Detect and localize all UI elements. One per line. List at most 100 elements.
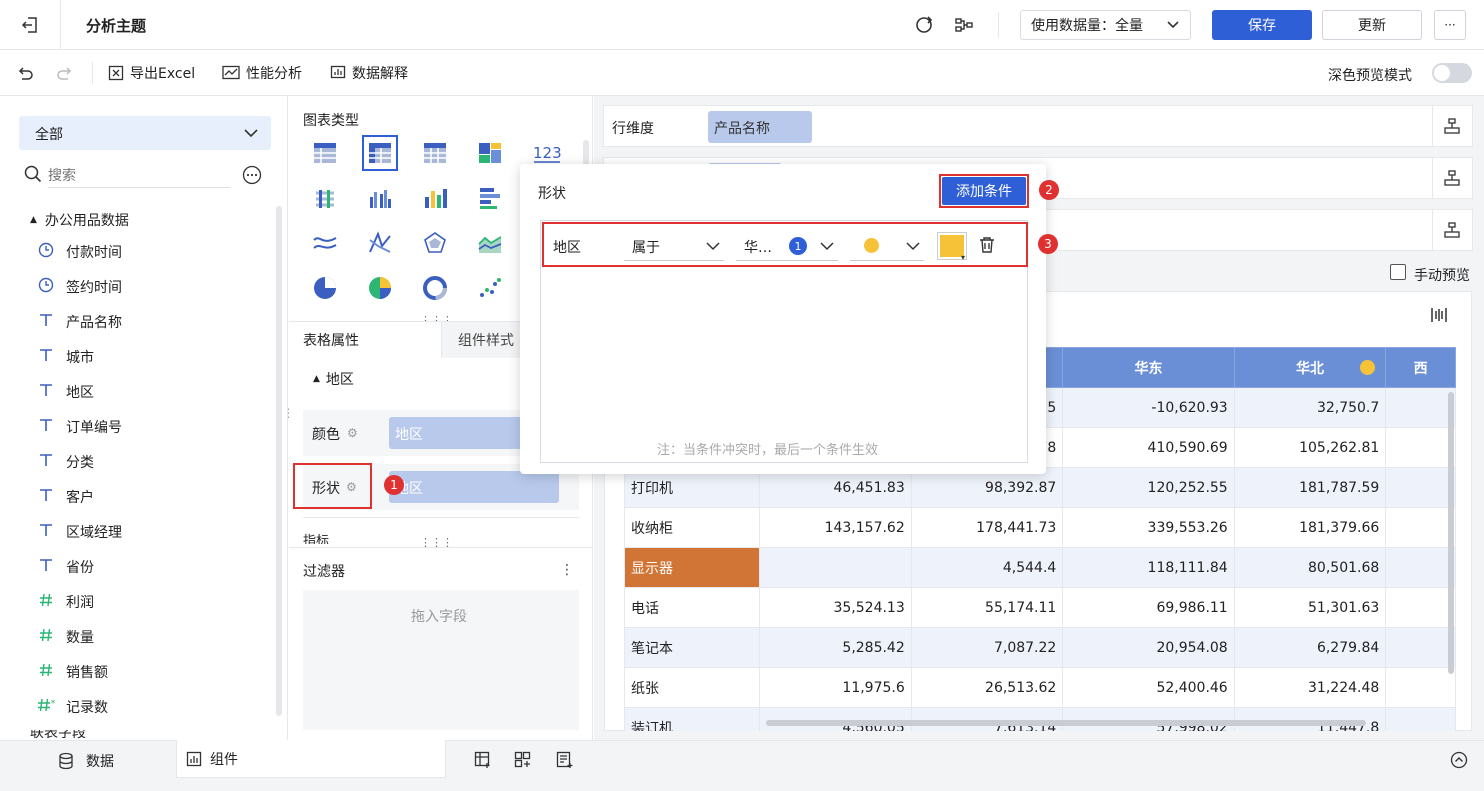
value-cell: 80,501.68 — [1233, 547, 1387, 588]
data-amount-select[interactable]: 使用数据量：全量 — [1020, 10, 1191, 40]
field-item[interactable]: 客户 — [36, 485, 94, 509]
more-options-icon[interactable] — [242, 165, 262, 185]
field-item[interactable]: 地区 — [36, 380, 94, 404]
text-icon — [36, 453, 56, 471]
bar-chart-icon[interactable] — [422, 185, 448, 211]
search-input[interactable] — [48, 164, 230, 188]
field-item[interactable]: 省份 — [36, 555, 94, 579]
save-button[interactable]: 保存 — [1212, 10, 1312, 40]
value-cell: 105,262.81 — [1233, 427, 1387, 468]
field-group-label: 联表字段 — [30, 730, 86, 740]
cross-table-icon[interactable] — [362, 135, 398, 171]
hierarchy-icon[interactable] — [1444, 222, 1460, 242]
data-explain-button[interactable]: 数据解释 — [330, 62, 408, 84]
kpi-icon[interactable]: 123 — [532, 140, 562, 166]
table-hscrollbar[interactable] — [766, 720, 1366, 726]
table-row: 收纳柜 143,157.62 178,441.73 339,553.26 181,379… — [624, 507, 1456, 548]
value-cell: 6,279.84 — [1233, 627, 1387, 668]
multi-pie-icon[interactable] — [367, 275, 393, 301]
tab-component[interactable]: 组件 — [176, 740, 446, 778]
column-header[interactable]: 西 — [1385, 347, 1456, 388]
field-group-label: 办公用品数据 — [44, 213, 129, 229]
detail-table-icon[interactable] — [422, 140, 448, 166]
more-button[interactable]: ··· — [1434, 10, 1466, 40]
kebab-icon[interactable]: ⋮ — [560, 562, 574, 578]
exit-icon[interactable] — [18, 13, 42, 37]
value-cell: 339,553.26 — [1062, 507, 1235, 548]
filter-dropzone[interactable]: 拖入字段 — [303, 590, 579, 730]
radar-line-icon[interactable] — [367, 230, 393, 256]
value-cell: 31,224.48 — [1233, 667, 1387, 708]
line-chart-icon[interactable] — [312, 230, 338, 256]
row-dim-chip[interactable]: 产品名称 — [708, 111, 812, 143]
add-text-icon[interactable] — [556, 751, 574, 773]
shape-field-chip[interactable]: 地区 — [389, 471, 559, 503]
lineage-icon[interactable] — [952, 13, 976, 37]
data-explain-label: 数据解释 — [352, 66, 408, 82]
dark-preview-toggle[interactable] — [1432, 63, 1472, 83]
column-header[interactable]: 华东 — [1062, 347, 1235, 388]
update-button[interactable]: 更新 — [1322, 10, 1422, 40]
column-header[interactable]: 华北 — [1233, 347, 1387, 388]
column-width-icon[interactable] — [1430, 306, 1448, 328]
chevron-down-icon — [243, 125, 259, 145]
field-label: 签约时间 — [66, 280, 122, 296]
pie-chart-icon[interactable] — [312, 275, 338, 301]
row-label-cell: 笔记本 — [624, 627, 761, 668]
field-item[interactable]: 分类 — [36, 450, 94, 474]
field-item[interactable]: 数量 — [36, 625, 94, 649]
row-label-cell: 纸张 — [624, 667, 761, 708]
circle-marker-icon — [1360, 360, 1376, 375]
field-item[interactable]: 城市 — [36, 345, 94, 369]
field-item[interactable]: 付款时间 — [36, 240, 122, 264]
dimension-group[interactable]: ▲ 地区 — [313, 368, 354, 390]
tab-table-props[interactable]: 表格属性 — [290, 322, 440, 358]
donut-icon[interactable] — [422, 275, 448, 301]
field-item[interactable]: * 记录数 — [36, 695, 108, 719]
table-icon[interactable] — [312, 140, 338, 166]
filter-placeholder: 拖入字段 — [411, 609, 467, 625]
tab-data[interactable]: 数据 — [58, 750, 114, 772]
text-icon — [36, 488, 56, 506]
field-item[interactable]: 产品名称 — [36, 310, 122, 334]
radar-icon[interactable] — [422, 230, 448, 256]
table-vscrollbar[interactable] — [1448, 392, 1454, 674]
collapse-up-icon[interactable] — [1450, 751, 1468, 773]
value-cell: 181,787.59 — [1233, 467, 1387, 508]
field-label: 记录数 — [66, 700, 108, 716]
value-cell: 20,954.08 — [1062, 627, 1235, 668]
field-label: 订单编号 — [66, 420, 122, 436]
export-excel-button[interactable]: 导出Excel — [108, 62, 195, 84]
field-item[interactable]: 订单编号 — [36, 415, 122, 439]
row-dimension-bar: 行维度 产品名称 — [603, 105, 1473, 147]
area-chart-icon[interactable] — [477, 230, 503, 256]
group-bar-icon[interactable] — [367, 185, 393, 211]
field-item[interactable]: 签约时间 — [36, 275, 122, 299]
field-item[interactable]: 利润 — [36, 590, 94, 614]
refresh-icon[interactable] — [912, 13, 936, 37]
field-label: 付款时间 — [66, 245, 122, 261]
undo-icon[interactable] — [14, 62, 36, 84]
chip-label: 地区 — [395, 427, 423, 443]
field-item[interactable]: 区域经理 — [36, 520, 122, 544]
dataset-select[interactable]: 全部 — [19, 116, 271, 150]
add-component-icon[interactable] — [514, 751, 532, 773]
add-table-icon[interactable] — [474, 751, 492, 773]
scatter-grid-icon[interactable] — [312, 185, 338, 211]
field-group[interactable]: 联表字段 — [30, 730, 86, 740]
manual-preview-checkbox[interactable] — [1390, 264, 1406, 280]
field-group[interactable]: ▲ 办公用品数据 — [30, 208, 129, 232]
field-item[interactable]: 销售额 — [36, 660, 108, 684]
scatter-icon[interactable] — [477, 275, 503, 301]
excel-icon — [108, 65, 124, 81]
hierarchy-icon[interactable] — [1444, 118, 1460, 138]
chevron-down-icon — [1166, 18, 1180, 36]
gear-icon[interactable]: ⚙ — [347, 426, 358, 440]
redo-icon[interactable] — [54, 62, 76, 84]
data-explain-icon — [330, 65, 346, 81]
perf-analysis-button[interactable]: 性能分析 — [222, 62, 302, 84]
hbar-icon[interactable] — [477, 185, 503, 211]
left-scrollbar[interactable] — [276, 206, 282, 716]
hierarchy-icon[interactable] — [1444, 170, 1460, 190]
treemap-icon[interactable] — [477, 140, 503, 166]
